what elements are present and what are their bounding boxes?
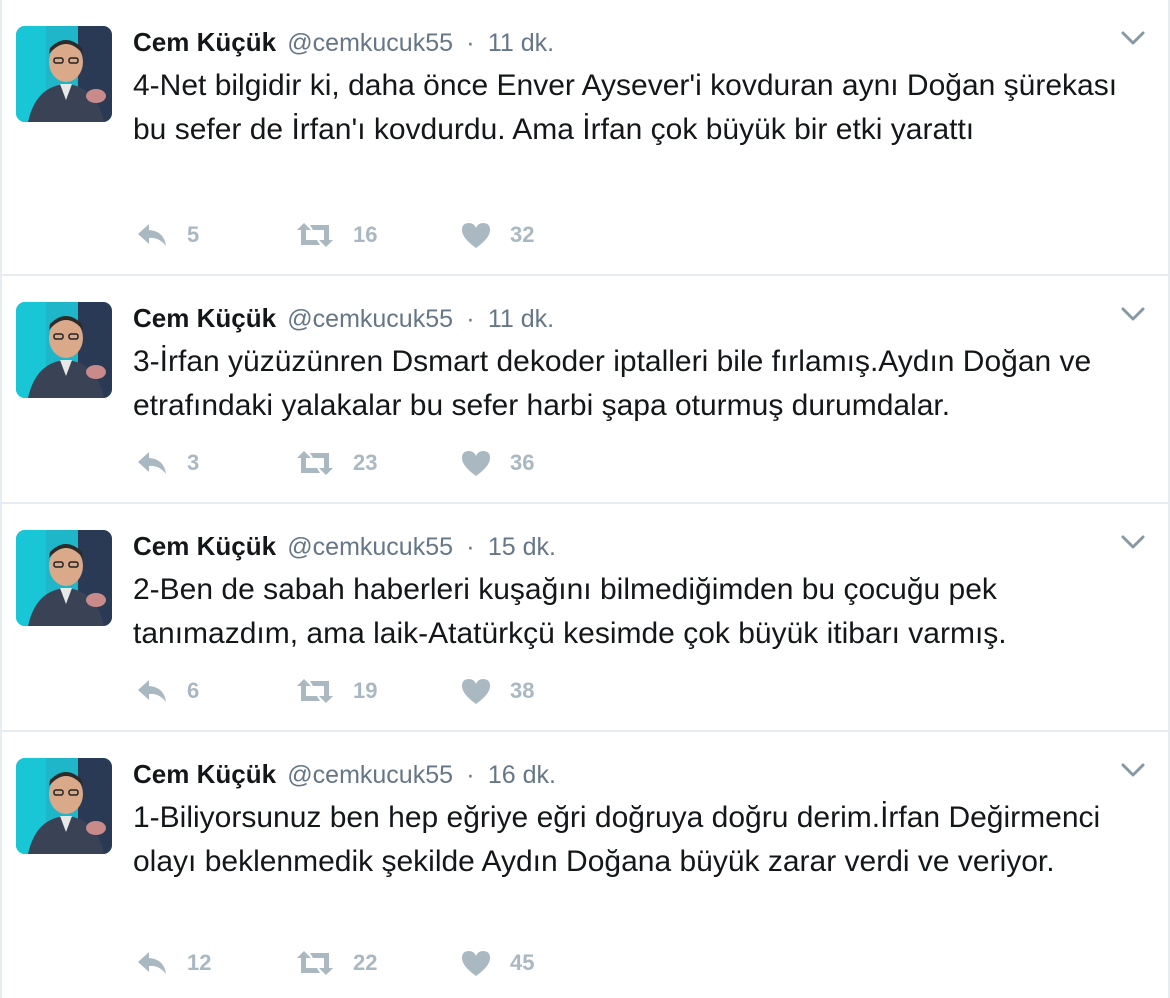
retweet-count: 19 (353, 678, 378, 703)
avatar[interactable] (16, 530, 112, 626)
heart-icon (460, 221, 492, 249)
tweet-text: 2-Ben de sabah haberleri kuşağını bilmed… (133, 573, 1007, 650)
reply-count: 5 (187, 222, 200, 247)
reply-count: 6 (187, 678, 200, 703)
like-count: 36 (510, 450, 535, 475)
tweet-actions: 12 22 45 (135, 945, 735, 981)
reply-count: 12 (187, 950, 212, 975)
like-count: 38 (510, 678, 535, 703)
tweet[interactable]: Cem Küçük @cemkucuk55 · 11 dk. 3-İrfan y… (2, 276, 1168, 504)
tweet-timestamp[interactable]: 11 dk. (488, 305, 554, 333)
chevron-down-icon[interactable] (1120, 532, 1146, 552)
retweet-count: 22 (353, 950, 378, 975)
tweet-text: 3-İrfan yüzüzünren Dsmart dekoder iptall… (133, 345, 1100, 422)
tweet[interactable]: Cem Küçük @cemkucuk55 · 16 dk. 1-Biliyor… (2, 732, 1168, 998)
retweet-icon (295, 221, 335, 249)
retweet-button[interactable]: 16 (295, 217, 377, 253)
heart-icon (460, 949, 492, 977)
like-button[interactable]: 45 (460, 945, 534, 981)
like-button[interactable]: 32 (460, 217, 534, 253)
reply-icon (135, 949, 169, 977)
retweet-button[interactable]: 22 (295, 945, 377, 981)
user-fullname[interactable]: Cem Küçük (133, 27, 276, 57)
user-handle[interactable]: @cemkucuk55 (287, 29, 453, 57)
tweet-text: 4-Net bilgidir ki, daha önce Enver Aysev… (133, 69, 1126, 146)
chevron-down-icon[interactable] (1120, 760, 1146, 780)
retweet-count: 23 (353, 450, 378, 475)
heart-icon (460, 677, 492, 705)
reply-button[interactable]: 3 (135, 445, 199, 481)
like-count: 45 (510, 950, 535, 975)
tweet[interactable]: Cem Küçük @cemkucuk55 · 11 dk. 4-Net bil… (2, 0, 1168, 276)
retweet-icon (295, 949, 335, 977)
retweet-icon (295, 677, 335, 705)
tweet-text: 1-Biliyorsunuz ben hep eğriye eğri doğru… (133, 801, 1109, 878)
tweet-timestamp[interactable]: 11 dk. (488, 29, 554, 57)
reply-icon (135, 449, 169, 477)
retweet-button[interactable]: 19 (295, 673, 377, 709)
user-fullname[interactable]: Cem Küçük (133, 531, 276, 561)
reply-button[interactable]: 5 (135, 217, 199, 253)
heart-icon (460, 449, 492, 477)
separator: · (466, 761, 475, 789)
tweet-header: Cem Küçük @cemkucuk55 · 16 dk. (133, 757, 556, 791)
chevron-down-icon[interactable] (1120, 304, 1146, 324)
like-count: 32 (510, 222, 535, 247)
retweet-icon (295, 449, 335, 477)
separator: · (466, 305, 475, 333)
separator: · (466, 29, 475, 57)
avatar[interactable] (16, 26, 112, 122)
reply-icon (135, 677, 169, 705)
reply-count: 3 (187, 450, 200, 475)
reply-button[interactable]: 12 (135, 945, 211, 981)
avatar[interactable] (16, 758, 112, 854)
user-handle[interactable]: @cemkucuk55 (287, 761, 453, 789)
like-button[interactable]: 38 (460, 673, 534, 709)
user-handle[interactable]: @cemkucuk55 (287, 533, 453, 561)
reply-icon (135, 221, 169, 249)
chevron-down-icon[interactable] (1120, 28, 1146, 48)
reply-button[interactable]: 6 (135, 673, 199, 709)
tweet-actions: 6 19 38 (135, 673, 735, 709)
tweet-actions: 5 16 32 (135, 217, 735, 253)
user-fullname[interactable]: Cem Küçük (133, 759, 276, 789)
retweet-button[interactable]: 23 (295, 445, 377, 481)
tweet-actions: 3 23 36 (135, 445, 735, 481)
tweet-timestamp[interactable]: 16 dk. (488, 761, 556, 789)
tweet[interactable]: Cem Küçük @cemkucuk55 · 15 dk. 2-Ben de … (2, 504, 1168, 732)
avatar[interactable] (16, 302, 112, 398)
like-button[interactable]: 36 (460, 445, 534, 481)
tweet-header: Cem Küçük @cemkucuk55 · 11 dk. (133, 301, 554, 335)
user-handle[interactable]: @cemkucuk55 (287, 305, 453, 333)
tweet-header: Cem Küçük @cemkucuk55 · 15 dk. (133, 529, 556, 563)
tweet-timeline: Cem Küçük @cemkucuk55 · 11 dk. 4-Net bil… (0, 0, 1170, 998)
retweet-count: 16 (353, 222, 378, 247)
tweet-header: Cem Küçük @cemkucuk55 · 11 dk. (133, 25, 554, 59)
separator: · (466, 533, 475, 561)
tweet-timestamp[interactable]: 15 dk. (488, 533, 556, 561)
user-fullname[interactable]: Cem Küçük (133, 303, 276, 333)
